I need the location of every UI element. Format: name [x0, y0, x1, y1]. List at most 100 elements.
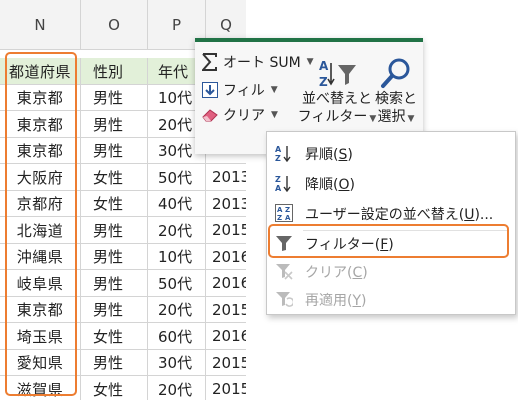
menu-item-text: クリア( — [305, 265, 353, 281]
menu-item-accesskey: U — [464, 207, 475, 223]
menu-item-accesskey: S — [338, 147, 348, 163]
menu-item-accesskey: F — [380, 237, 389, 253]
menu-item-clear-filter[interactable]: クリア(C) — [267, 256, 515, 286]
find-select-label-line2: 選択 ▼ — [378, 108, 415, 128]
cell-prefecture[interactable]: 大阪府 — [0, 164, 81, 190]
menu-item-label: 再適用(Y) — [305, 293, 367, 309]
menu-item-label: ユーザー設定の並べ替え(U)... — [305, 204, 493, 224]
cell-gender[interactable]: 男性 — [81, 270, 148, 296]
cell-age-group[interactable]: 20代 — [148, 376, 206, 400]
svg-text:Z: Z — [275, 154, 281, 162]
menu-item-accesskey: Y — [352, 293, 362, 309]
cell-gender[interactable]: 男性 — [81, 349, 148, 376]
cell-prefecture[interactable]: 愛知県 — [0, 349, 81, 376]
cell-gender[interactable]: 男性 — [81, 217, 148, 243]
cell-gender[interactable]: 男性 — [81, 296, 148, 323]
find-select-button[interactable]: 検索と 選択 ▼ — [371, 56, 421, 128]
menu-item-label: 降順(O) — [305, 177, 355, 193]
autosum-label: オート SUM — [223, 55, 301, 71]
table-row: 愛知県 男性 30代 2015 — [0, 349, 246, 376]
cell-year[interactable]: 2015 — [206, 376, 246, 400]
cell-year[interactable]: 2016 — [206, 270, 246, 296]
svg-text:A: A — [275, 145, 282, 154]
cell-gender[interactable]: 男性 — [81, 111, 148, 137]
cell-age-group[interactable]: 10代 — [148, 243, 206, 270]
menu-item-label: 昇順(S) — [305, 147, 353, 163]
clear-button[interactable]: クリア ▼ — [201, 105, 278, 125]
reapply-icon — [275, 290, 293, 308]
autosum-button[interactable]: オート SUM ▼ — [201, 52, 314, 72]
table-row: 大阪府 女性 50代 2013 — [0, 164, 246, 191]
cell-age-group[interactable]: 60代 — [148, 323, 206, 349]
table-row: 京都府 女性 40代 2013 — [0, 190, 246, 217]
cell-gender[interactable]: 男性 — [81, 84, 148, 111]
cell-prefecture[interactable]: 沖縄県 — [0, 243, 81, 270]
menu-item-custom-sort[interactable]: A Z Z A ユーザー設定の並べ替え(U)... — [267, 198, 515, 228]
menu-item-reapply[interactable]: 再適用(Y) — [267, 284, 515, 314]
cell-gender[interactable]: 男性 — [81, 243, 148, 270]
cell-gender[interactable]: 女性 — [81, 190, 148, 217]
cell-year[interactable]: 2013 — [206, 191, 246, 217]
header-cell-gender[interactable]: 性別 — [81, 58, 148, 84]
menu-item-label: フィルター(F) — [305, 237, 394, 253]
cell-prefecture[interactable]: 岐阜県 — [0, 270, 81, 296]
custom-sort-icon: A Z Z A — [275, 204, 293, 222]
cell-gender[interactable]: 女性 — [81, 164, 148, 190]
cell-gender[interactable]: 女性 — [81, 376, 148, 400]
cell-age-group[interactable]: 20代 — [148, 296, 206, 323]
cell-gender[interactable]: 女性 — [81, 323, 148, 349]
table-row: 埼玉県 女性 60代 2016 — [0, 323, 246, 350]
cell-age-group[interactable]: 40代 — [148, 190, 206, 217]
svg-text:A: A — [277, 206, 283, 214]
menu-item-filter[interactable]: フィルター(F) — [267, 228, 515, 258]
table-row: 北海道 男性 20代 2015 — [0, 217, 246, 244]
cell-age-group[interactable]: 20代 — [148, 217, 206, 243]
menu-item-label: クリア(C) — [305, 265, 368, 281]
cell-year[interactable]: 2013 — [206, 164, 246, 190]
sort-filter-label-line2: フィルター ▼ — [298, 108, 377, 128]
svg-text:A: A — [319, 59, 329, 73]
table-row: 滋賀県 女性 20代 2015 — [0, 376, 246, 400]
column-header-o[interactable]: O — [81, 0, 148, 50]
clear-label: クリア — [223, 108, 265, 124]
cell-age-group[interactable]: 30代 — [148, 349, 206, 376]
column-header-n[interactable]: N — [0, 0, 81, 50]
cell-gender[interactable]: 男性 — [81, 137, 148, 164]
sort-filter-button[interactable]: A Z 並べ替えと フィルター ▼ — [298, 56, 377, 128]
cell-prefecture[interactable]: 東京都 — [0, 137, 81, 164]
menu-item-sort-descending[interactable]: Z A 降順(O) — [267, 168, 515, 198]
cell-prefecture[interactable]: 北海道 — [0, 217, 81, 243]
menu-item-sort-ascending[interactable]: A Z 昇順(S) — [267, 138, 515, 168]
svg-text:A: A — [275, 184, 282, 192]
menu-item-text: ユーザー設定の並べ替え( — [305, 207, 465, 223]
header-cell-prefecture[interactable]: 都道府県 — [0, 58, 81, 84]
cell-prefecture[interactable]: 東京都 — [0, 296, 81, 323]
sort-filter-label-line1: 並べ替えと — [302, 91, 372, 107]
cell-prefecture[interactable]: 京都府 — [0, 190, 81, 217]
table-row: 沖縄県 男性 10代 2016 — [0, 243, 246, 270]
cell-year[interactable]: 2015 — [206, 297, 246, 323]
cell-age-group[interactable]: 50代 — [148, 164, 206, 190]
cell-prefecture[interactable]: 東京都 — [0, 111, 81, 137]
cell-year[interactable]: 2015 — [206, 217, 246, 243]
table-row: 東京都 男性 20代 2015 — [0, 296, 246, 323]
svg-text:Z: Z — [275, 175, 281, 184]
chevron-down-icon: ▼ — [407, 114, 415, 124]
menu-item-accesskey: C — [352, 265, 363, 281]
magnifier-icon — [380, 56, 412, 90]
cell-year[interactable]: 2016 — [206, 323, 246, 349]
menu-item-text: 降順( — [305, 177, 339, 193]
cell-year[interactable]: 2015 — [206, 350, 246, 376]
find-select-label-text: 選択 — [377, 109, 406, 125]
clear-filter-icon — [275, 262, 293, 280]
cell-age-group[interactable]: 50代 — [148, 270, 206, 296]
cell-year[interactable]: 2016 — [206, 244, 246, 270]
fill-button[interactable]: フィル ▼ — [201, 80, 278, 100]
cell-prefecture[interactable]: 東京都 — [0, 84, 81, 111]
menu-item-suffix: )... — [474, 207, 494, 223]
sort-descending-icon: Z A — [275, 174, 293, 192]
eraser-icon — [201, 106, 219, 124]
cell-prefecture[interactable]: 埼玉県 — [0, 323, 81, 349]
sort-ascending-icon: A Z — [275, 144, 293, 162]
cell-prefecture[interactable]: 滋賀県 — [0, 376, 81, 400]
